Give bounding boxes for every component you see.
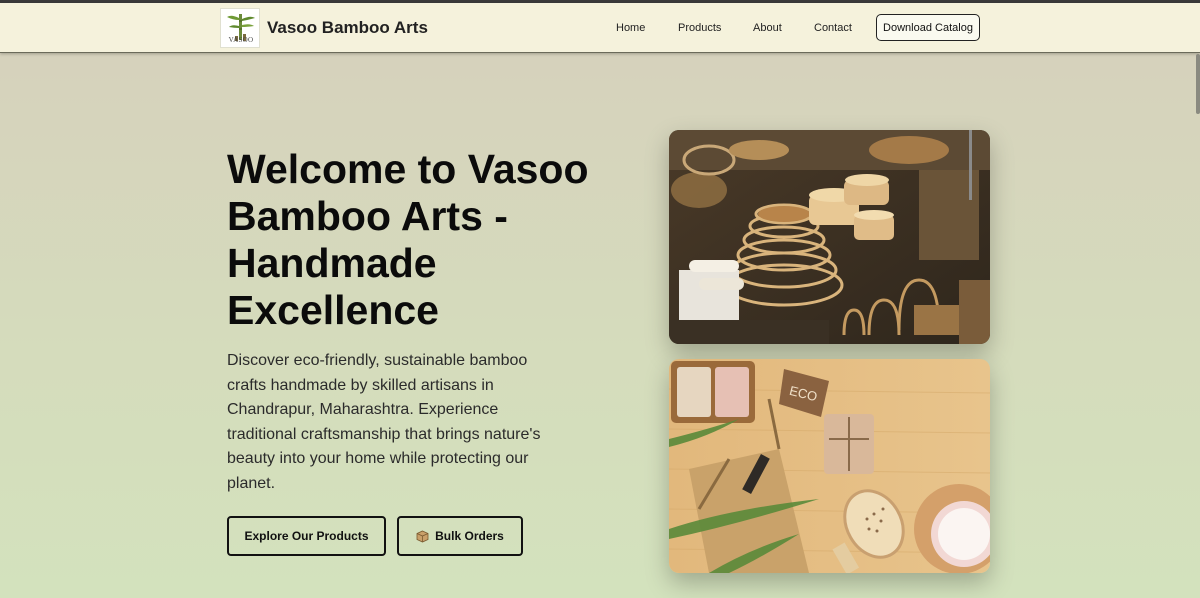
download-catalog-button[interactable]: Download Catalog	[876, 14, 980, 41]
nav-contact[interactable]: Contact	[814, 22, 852, 34]
logo[interactable]: VASOO	[220, 8, 260, 48]
nav-products[interactable]: Products	[678, 22, 721, 34]
nav-home[interactable]: Home	[616, 22, 645, 34]
eco-flatlay-photo: ECO	[669, 359, 990, 573]
eco-products-image: ECO	[669, 359, 990, 573]
bulk-orders-label: Bulk Orders	[435, 529, 504, 543]
explore-products-label: Explore Our Products	[244, 529, 369, 543]
bamboo-market-image	[669, 130, 990, 344]
package-icon	[416, 530, 429, 542]
brand-name[interactable]: Vasoo Bamboo Arts	[267, 18, 428, 38]
hero-title: Welcome to Vasoo Bamboo Arts - Handmade …	[227, 146, 589, 333]
nav-about[interactable]: About	[753, 22, 782, 34]
site-header: VASOO Vasoo Bamboo Arts Home Products Ab…	[0, 3, 1200, 53]
logo-text: VASOO	[228, 36, 254, 44]
explore-products-button[interactable]: Explore Our Products	[227, 516, 386, 556]
hero-description: Discover eco-friendly, sustainable bambo…	[227, 352, 541, 492]
bamboo-baskets-photo	[669, 130, 990, 344]
bulk-orders-button[interactable]: Bulk Orders	[397, 516, 523, 556]
scrollbar[interactable]	[1196, 54, 1200, 114]
